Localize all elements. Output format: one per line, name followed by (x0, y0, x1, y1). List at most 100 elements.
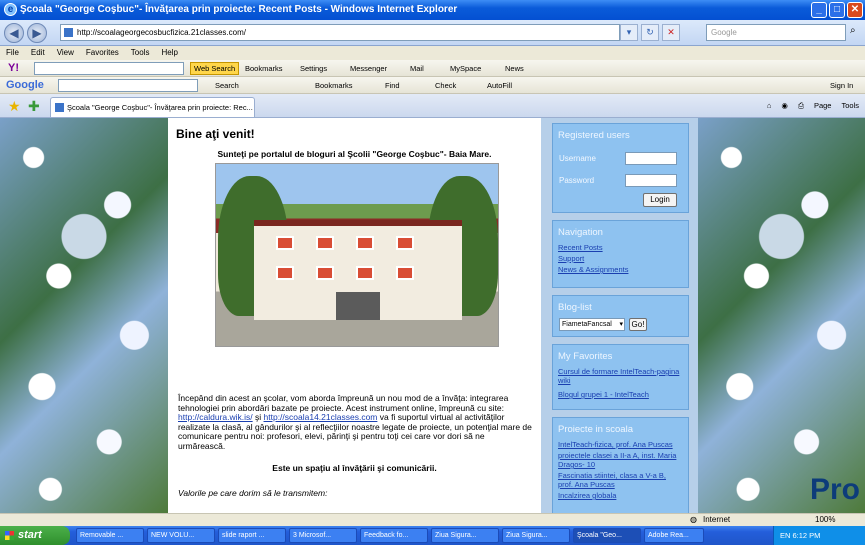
globe-icon: ◍ (690, 515, 697, 524)
blog-select[interactable]: FiametaFancsal ▾ (559, 318, 625, 331)
google-find[interactable]: Find (385, 77, 400, 94)
bloglist-box: Blog-list FiametaFancsal ▾ Go! (552, 295, 689, 337)
username-field[interactable] (625, 152, 677, 165)
fav-link-blog-grupa1[interactable]: Blogul grupei 1 - IntelTeach (553, 389, 688, 400)
yahoo-search-input[interactable] (34, 62, 184, 75)
link-scoala14[interactable]: http://scoala14.21classes.com (264, 412, 378, 422)
task-ziua-sigura-2[interactable]: Ziua Sigura... (502, 528, 570, 543)
stop-icon[interactable]: ✕ (662, 24, 680, 41)
menu-favorites[interactable]: Favorites (86, 46, 119, 60)
nav-support[interactable]: Support (553, 253, 688, 264)
nav-recent-posts[interactable]: Recent Posts (553, 242, 688, 253)
ie-logo-icon: e (4, 3, 17, 16)
values-intro: Valorile pe care dorim să le transmitem: (178, 488, 328, 498)
back-icon[interactable]: ◀ (4, 23, 24, 43)
system-tray: EN 6:12 PM (773, 526, 865, 545)
window (276, 236, 294, 250)
task-removable[interactable]: Removable ... (76, 528, 144, 543)
task-feedback[interactable]: Feedback fo... (360, 528, 428, 543)
google-toolbar: Google Search Bookmarks Find Check AutoF… (0, 77, 865, 94)
bold-statement: Este un spaţiu al învăţării şi comunicăr… (272, 463, 437, 473)
yahoo-messenger[interactable]: Messenger (350, 60, 387, 77)
chevron-down-icon: ▾ (619, 321, 623, 328)
page-icon (64, 28, 73, 37)
go-button[interactable]: Go! (629, 318, 647, 331)
url-field[interactable]: http://scoalageorgecosbucfizica.21classe… (60, 24, 620, 41)
google-search-input[interactable] (58, 79, 198, 92)
entrance (336, 292, 380, 320)
overlay-text: Pro (810, 473, 861, 506)
web-search-button[interactable]: Web Search (190, 62, 240, 75)
task-microsoft[interactable]: 3 Microsof... (289, 528, 357, 543)
add-favorite-icon[interactable]: ✚ (28, 97, 40, 115)
maximize-button[interactable]: □ (829, 2, 845, 18)
home-icon[interactable]: ⌂ (767, 94, 772, 118)
yahoo-news[interactable]: News (505, 60, 524, 77)
start-button[interactable]: start (0, 526, 70, 545)
main-column: Bine aţi venit! Sunteţi pe portalul de b… (168, 118, 541, 513)
nav-news[interactable]: News & Assignments (553, 264, 688, 275)
google-bookmarks[interactable]: Bookmarks (315, 77, 353, 94)
description-paragraph: Începând din acest an şcolar, vom aborda… (178, 393, 532, 451)
page-menu[interactable]: Page (814, 94, 832, 118)
google-search-button[interactable]: Search (215, 77, 239, 94)
project-link-incalzirea[interactable]: Incalzirea globala (553, 490, 688, 501)
menu-tools[interactable]: Tools (131, 46, 150, 60)
link-caldura[interactable]: http://caldura.wik.is/ (178, 412, 253, 422)
yahoo-settings[interactable]: Settings (300, 60, 327, 77)
yahoo-mail[interactable]: Mail (410, 60, 424, 77)
feeds-icon[interactable]: ◉ (781, 94, 788, 118)
tools-menu[interactable]: Tools (841, 94, 859, 118)
ie-window: e Şcoala "George Coşbuc"- Învăţarea prin… (0, 0, 865, 545)
intro-text: Sunteţi pe portalul de bloguri al Şcolii… (217, 149, 492, 159)
yahoo-bookmarks[interactable]: Bookmarks (245, 60, 283, 77)
task-scoala[interactable]: Şcoala "Geo... (573, 528, 641, 543)
print-icon[interactable]: ⎙ (798, 94, 804, 118)
tab-current[interactable]: Şcoala "George Coşbuc"- Învăţarea prin p… (50, 97, 255, 117)
task-new-volume[interactable]: NEW VOLU... (147, 528, 215, 543)
menu-edit[interactable]: Edit (31, 46, 45, 60)
window (316, 236, 334, 250)
dropdown-icon[interactable]: ▾ (620, 24, 638, 41)
yahoo-toolbar: Y! Web Search Bookmarks Settings Messeng… (0, 60, 865, 77)
tab-bar: ★ ✚ Şcoala "George Coşbuc"- Învăţarea pr… (0, 94, 865, 118)
project-link-fizica[interactable]: IntelTeach-fizica, prof. Ana Puscas (553, 439, 688, 450)
window (356, 236, 374, 250)
google-autofill[interactable]: AutoFill (487, 77, 512, 94)
school-photo (215, 163, 499, 347)
login-button[interactable]: Login (643, 193, 677, 207)
address-bar: ◀ ▶ http://scoalageorgecosbucfizica.21cl… (0, 20, 865, 46)
minimize-button[interactable]: _ (811, 2, 827, 18)
search-input[interactable]: Google (706, 24, 846, 41)
task-ziua-sigura-1[interactable]: Ziua Sigura... (431, 528, 499, 543)
yahoo-logo[interactable]: Y! (8, 61, 19, 76)
tab-page-icon (55, 103, 64, 112)
refresh-icon[interactable]: ↻ (641, 24, 659, 41)
login-box-title: Registered users (558, 130, 630, 141)
bloglist-title: Blog-list (558, 302, 592, 313)
project-link-fascinatia[interactable]: Fascinatia stiintei, clasa a V-a B, prof… (553, 470, 688, 490)
projects-title: Proiecte in scoala (558, 424, 633, 435)
favorites-star-icon[interactable]: ★ (8, 97, 21, 115)
window (356, 266, 374, 280)
favorites-box: My Favorites Cursul de formare IntelTeac… (552, 344, 689, 410)
navigation-title: Navigation (558, 227, 603, 238)
favorites-title: My Favorites (558, 351, 613, 362)
yahoo-myspace[interactable]: MySpace (450, 60, 481, 77)
zoom-level[interactable]: 100% (815, 514, 835, 526)
search-icon[interactable]: ⌕ (850, 25, 856, 36)
fav-link-intelteach-wiki[interactable]: Cursul de formare IntelTeach-pagina wiki (553, 366, 688, 386)
username-label: Username (559, 154, 596, 163)
menu-file[interactable]: File (6, 46, 19, 60)
menu-help[interactable]: Help (161, 46, 177, 60)
project-link-clasa-2a[interactable]: proiectele clasei a II-a A, inst. Maria … (553, 450, 688, 470)
close-button[interactable]: ✕ (847, 2, 863, 18)
sign-in-link[interactable]: Sign In (830, 77, 853, 94)
task-adobe[interactable]: Adobe Rea... (644, 528, 704, 543)
forward-icon[interactable]: ▶ (27, 23, 47, 43)
task-slide-raport[interactable]: slide raport ... (218, 528, 286, 543)
menu-view[interactable]: View (57, 46, 74, 60)
password-field[interactable] (625, 174, 677, 187)
menu-bar: File Edit View Favorites Tools Help (0, 46, 865, 60)
google-check[interactable]: Check (435, 77, 456, 94)
